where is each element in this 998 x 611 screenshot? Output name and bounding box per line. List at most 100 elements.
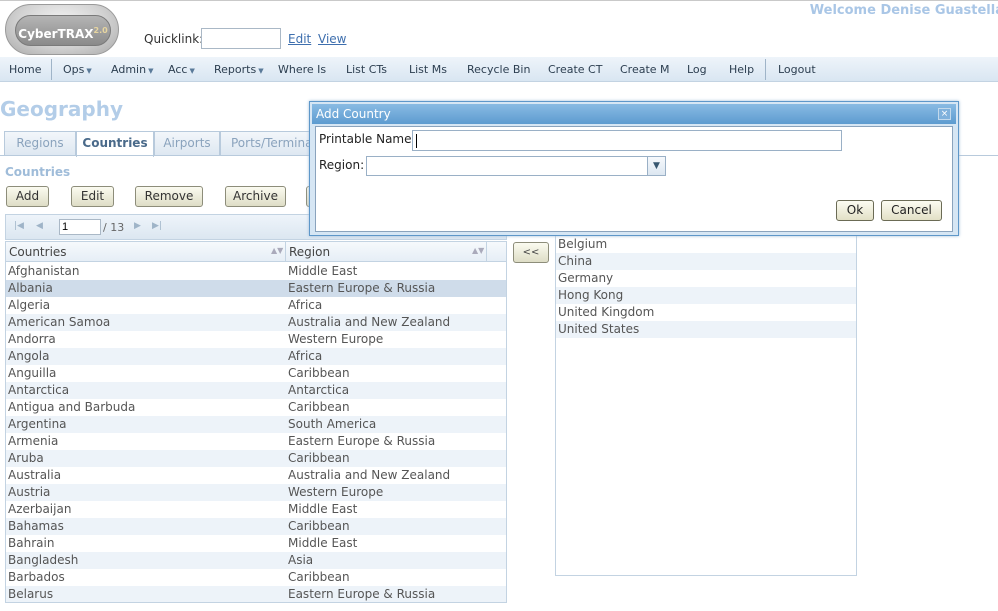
country-cell: Argentina [8,417,67,431]
printable-name-field[interactable] [412,130,842,151]
country-cell: Austria [8,485,51,499]
column-divider [285,242,286,262]
remove-button[interactable]: Remove [135,186,203,207]
app-header: CyberTRAX2.0 Quicklink: Edit View Welcom… [0,0,998,57]
nav-reports[interactable]: Reports ▼ [214,63,264,76]
tab-airports[interactable]: Airports [154,131,220,156]
page-total: / 13 [103,221,125,234]
region-cell: Africa [288,298,323,312]
logo-text: CyberTRAX2.0 [15,15,111,46]
next-page-icon[interactable]: ▶ [134,221,141,231]
nav-where-is[interactable]: Where Is [278,63,326,76]
column-divider [486,242,487,262]
region-cell: Western Europe [288,485,384,499]
region-cell: Eastern Europe & Russia [288,587,436,601]
sort-icon[interactable]: ▲▼ [472,246,484,255]
country-cell: Aruba [8,451,44,465]
table-row[interactable]: Angola Africa [6,348,506,365]
nav-ops[interactable]: Ops ▼ [63,63,92,76]
view-link[interactable]: View [318,32,346,46]
list-item[interactable]: Hong Kong [556,287,856,304]
edit-link[interactable]: Edit [288,32,311,46]
table-row[interactable]: Aruba Caribbean [6,450,506,467]
sort-icon[interactable]: ▲▼ [271,246,283,255]
list-item[interactable]: Belgium [556,236,856,253]
dialog-title-bar[interactable]: Add Country × [312,104,956,124]
column-header-countries[interactable]: Countries [9,245,67,259]
list-item[interactable]: United States [556,321,856,338]
nav-create-m[interactable]: Create M [620,63,670,76]
table-row[interactable]: Bangladesh Asia [6,552,506,569]
table-body: Afghanistan Middle East Albania Eastern Eur… [6,263,506,602]
table-row[interactable]: American Samoa Australia and New Zealand [6,314,506,331]
list-item[interactable]: Germany [556,270,856,287]
archive-button[interactable]: Archive [225,186,286,207]
country-cell: Albania [8,281,53,295]
region-cell: Middle East [288,502,358,516]
nav-recycle-bin[interactable]: Recycle Bin [467,63,530,76]
region-cell: South America [288,417,377,431]
country-cell: Afghanistan [8,264,80,278]
first-page-icon[interactable]: |◀ [14,221,24,231]
table-row[interactable]: Austria Western Europe [6,484,506,501]
nav-separator [765,59,766,80]
nav-list-ms[interactable]: List Ms [409,63,447,76]
country-cell: American Samoa [8,315,111,329]
tab-countries[interactable]: Countries [76,131,154,157]
page-number-input[interactable] [59,219,101,235]
last-page-icon[interactable]: ▶| [152,221,162,231]
nav-logout[interactable]: Logout [778,63,816,76]
nav-list-cts[interactable]: List CTs [346,63,387,76]
region-cell: Caribbean [288,400,350,414]
table-row[interactable]: Antigua and Barbuda Caribbean [6,399,506,416]
table-row[interactable]: Azerbaijan Middle East [6,501,506,518]
country-cell: Armenia [8,434,59,448]
move-left-button[interactable]: << [513,242,549,263]
table-row[interactable]: Australia Australia and New Zealand [6,467,506,484]
table-row[interactable]: Bahamas Caribbean [6,518,506,535]
cancel-button[interactable]: Cancel [881,200,942,221]
tab-regions[interactable]: Regions [4,131,76,156]
table-row[interactable]: Argentina South America [6,416,506,433]
nav-admin[interactable]: Admin ▼ [111,63,153,76]
table-row[interactable]: Belarus Eastern Europe & Russia [6,586,506,602]
country-cell: Angola [8,349,50,363]
list-item[interactable]: China [556,253,856,270]
table-row[interactable]: Antarctica Antarctica [6,382,506,399]
chevron-down-icon: ▼ [86,67,92,75]
nav-home[interactable]: Home [9,63,41,76]
table-row[interactable]: Andorra Western Europe [6,331,506,348]
cybertrax-logo[interactable]: CyberTRAX2.0 [5,4,119,55]
nav-reports-label: Reports [214,63,257,76]
table-row[interactable]: Armenia Eastern Europe & Russia [6,433,506,450]
nav-log[interactable]: Log [687,63,707,76]
ok-button[interactable]: Ok [836,200,874,221]
country-cell: Bahamas [8,519,64,533]
table-row[interactable]: Barbados Caribbean [6,569,506,586]
nav-create-ct[interactable]: Create CT [548,63,602,76]
country-cell: Antigua and Barbuda [8,400,136,414]
edit-button[interactable]: Edit [71,186,114,207]
region-select[interactable]: ▼ [366,156,666,176]
region-cell: Caribbean [288,451,350,465]
table-row[interactable]: Algeria Africa [6,297,506,314]
table-row[interactable]: Bahrain Middle East [6,535,506,552]
chevron-down-icon[interactable]: ▼ [647,157,665,175]
region-cell: Caribbean [288,519,350,533]
nav-help[interactable]: Help [729,63,754,76]
country-cell: Bahrain [8,536,55,550]
section-title: Countries [5,165,71,179]
nav-acc[interactable]: Acc ▼ [168,63,195,76]
table-row[interactable]: Albania Eastern Europe & Russia [6,280,506,297]
region-label: Region: [319,158,365,172]
add-button[interactable]: Add [6,186,49,207]
list-item[interactable]: United Kingdom [556,304,856,321]
close-icon[interactable]: × [938,108,951,120]
table-row[interactable]: Afghanistan Middle East [6,263,506,280]
prev-page-icon[interactable]: ◀ [36,221,43,231]
quicklink-input[interactable] [201,28,281,49]
text-cursor [416,134,417,148]
dialog-title: Add Country [316,107,391,121]
column-header-region[interactable]: Region [289,245,330,259]
table-row[interactable]: Anguilla Caribbean [6,365,506,382]
